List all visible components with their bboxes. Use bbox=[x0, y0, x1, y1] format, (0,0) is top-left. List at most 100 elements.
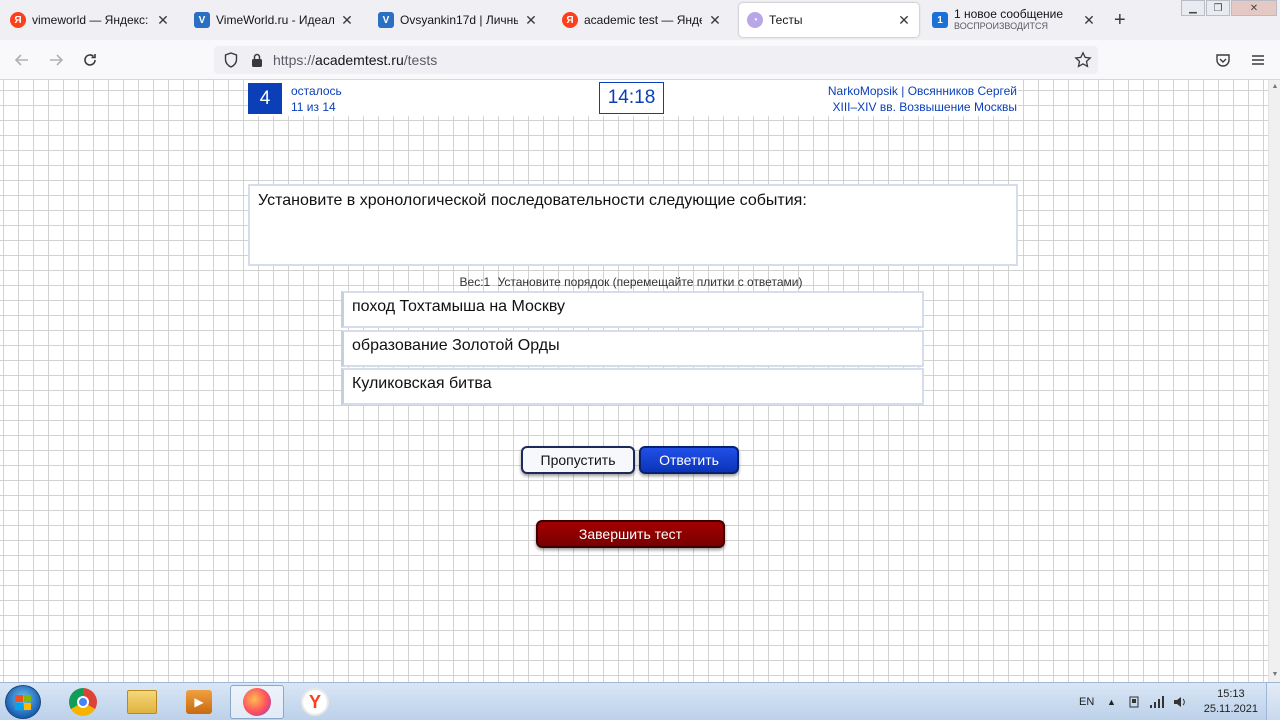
user-name: Овсянников Сергей bbox=[907, 84, 1017, 98]
reload-icon bbox=[84, 54, 96, 66]
tray-expand-icon[interactable]: ▲ bbox=[1107, 683, 1116, 720]
window-close-button[interactable]: ✕ bbox=[1231, 0, 1277, 16]
tab-new-message[interactable]: 1 1 новое сообщение ВОСПРОИЗВОДИТСЯ ✕ bbox=[924, 3, 1104, 37]
chat-icon: ◔ bbox=[747, 12, 763, 28]
shield-icon[interactable] bbox=[224, 52, 238, 68]
system-clock[interactable]: 15:13 25.11.2021 bbox=[1204, 687, 1258, 717]
answer-button[interactable]: Ответить bbox=[639, 446, 739, 474]
answer-tile[interactable]: поход Тохтамыша на Москву bbox=[341, 291, 924, 328]
browser-tab-strip: Я vimeworld — Яндекс: нашлось ✕ V VimeWo… bbox=[0, 0, 1280, 40]
tab-title: VimeWorld.ru - Идеальный bbox=[216, 13, 334, 27]
url-scheme: https:// bbox=[273, 52, 316, 68]
test-topic: XIII–XIV вв. Возвышение Москвы bbox=[832, 100, 1017, 114]
navigation-bar: https://academtest.ru/tests bbox=[0, 40, 1280, 80]
vertical-scrollbar[interactable]: ▲ ▼ bbox=[1268, 80, 1280, 682]
taskbar-yandex-browser[interactable]: Y bbox=[288, 685, 342, 719]
usb-icon[interactable] bbox=[1127, 695, 1141, 709]
progress-text: 11 из 14 bbox=[291, 100, 336, 114]
hamburger-menu-icon bbox=[1252, 55, 1264, 65]
taskbar-explorer[interactable] bbox=[115, 685, 169, 719]
user-separator: | bbox=[897, 84, 908, 98]
tray-icons bbox=[1127, 683, 1187, 720]
tab-academic-test-yandex[interactable]: Я academic test — Яндекс: н ✕ bbox=[554, 3, 730, 37]
remaining-label: осталось bbox=[291, 84, 342, 98]
tab-ovsyankin[interactable]: V Ovsyankin17d | Личный к ✕ bbox=[370, 3, 546, 37]
remaining-count: 4 bbox=[248, 83, 282, 114]
close-icon[interactable]: ✕ bbox=[708, 12, 722, 29]
tab-vimeworld-yandex[interactable]: Я vimeworld — Яндекс: нашлось ✕ bbox=[2, 3, 178, 37]
user-nick: NarkoMopsik bbox=[827, 84, 898, 98]
yandex-browser-icon: Y bbox=[301, 688, 329, 716]
question-text: Установите в хронологической последовате… bbox=[248, 184, 1018, 266]
answer-hint: Вес:1 Установите порядок (перемещайте пл… bbox=[0, 275, 1262, 289]
answer-tile[interactable]: образование Золотой Орды bbox=[341, 330, 924, 367]
tab-title: 1 новое сообщение bbox=[954, 7, 1064, 21]
taskbar-firefox[interactable] bbox=[230, 685, 284, 719]
start-button[interactable] bbox=[5, 685, 41, 719]
remaining-info: осталось 11 из 14 bbox=[291, 83, 342, 115]
back-button[interactable] bbox=[12, 50, 32, 70]
reload-button[interactable] bbox=[80, 50, 100, 70]
pocket-button[interactable] bbox=[1213, 50, 1233, 70]
firefox-icon bbox=[243, 688, 271, 716]
app-menu-button[interactable] bbox=[1248, 50, 1268, 70]
vimeworld-icon: V bbox=[194, 12, 210, 28]
tab-title: academic test — Яндекс: н bbox=[584, 13, 702, 27]
taskbar-media-player[interactable]: ▶ bbox=[172, 685, 226, 719]
tab-vimeworld-site[interactable]: V VimeWorld.ru - Идеальный ✕ bbox=[186, 3, 362, 37]
message-icon: 1 bbox=[932, 12, 948, 28]
maximize-button[interactable]: ❐ bbox=[1206, 0, 1230, 16]
star-icon[interactable] bbox=[1074, 51, 1092, 69]
yandex-icon: Я bbox=[562, 12, 578, 28]
yandex-icon: Я bbox=[10, 12, 26, 28]
signal-icon[interactable] bbox=[1149, 695, 1165, 709]
question-weight: Вес:1 bbox=[459, 275, 491, 289]
media-player-icon: ▶ bbox=[186, 690, 212, 714]
tile-label: Куликовская битва bbox=[352, 374, 492, 392]
new-tab-button[interactable]: + bbox=[1114, 10, 1126, 30]
close-icon[interactable]: ✕ bbox=[524, 12, 538, 29]
tab-subtitle: ВОСПРОИЗВОДИТСЯ bbox=[954, 21, 1048, 31]
url-text[interactable]: https://academtest.ru/tests bbox=[273, 52, 437, 68]
clock-date: 25.11.2021 bbox=[1203, 703, 1258, 715]
language-indicator[interactable]: EN bbox=[1079, 683, 1094, 720]
tab-title-block: 1 новое сообщение ВОСПРОИЗВОДИТСЯ bbox=[954, 8, 1076, 32]
windows-logo-icon bbox=[15, 695, 31, 710]
folder-icon bbox=[127, 690, 157, 714]
tab-title: Ovsyankin17d | Личный к bbox=[400, 13, 518, 27]
tile-label: поход Тохтамыша на Москву bbox=[352, 297, 566, 315]
volume-icon[interactable] bbox=[1173, 695, 1187, 709]
scroll-up-icon[interactable]: ▲ bbox=[1271, 83, 1279, 91]
address-bar[interactable]: https://academtest.ru/tests bbox=[214, 46, 1098, 74]
tab-tests[interactable]: ◔ Тесты ✕ bbox=[739, 3, 919, 37]
instruction-text: Установите порядок (перемещайте плитки с… bbox=[497, 275, 803, 289]
url-host: academtest.ru bbox=[315, 52, 404, 68]
taskbar-chrome[interactable] bbox=[56, 685, 110, 719]
answer-tile[interactable]: Куликовская битва bbox=[341, 368, 924, 405]
tab-title: vimeworld — Яндекс: нашлось bbox=[32, 13, 150, 27]
show-desktop-button[interactable] bbox=[1266, 683, 1280, 720]
clock-time: 15:13 bbox=[1217, 688, 1245, 700]
finish-test-button[interactable]: Завершить тест bbox=[536, 520, 725, 548]
close-icon[interactable]: ✕ bbox=[1082, 12, 1096, 29]
close-icon[interactable]: ✕ bbox=[156, 12, 170, 29]
skip-button[interactable]: Пропустить bbox=[521, 446, 635, 474]
forward-button[interactable] bbox=[46, 50, 66, 70]
forward-arrow-icon bbox=[50, 54, 64, 66]
close-icon[interactable]: ✕ bbox=[897, 12, 911, 29]
test-page: 4 осталось 11 из 14 14:18 NarkoMopsik | … bbox=[0, 80, 1268, 682]
timer: 14:18 bbox=[599, 82, 664, 114]
taskbar: ▶ Y EN ▲ 15:13 25.11.2021 bbox=[0, 682, 1280, 720]
tab-title: Тесты bbox=[769, 13, 803, 27]
minimize-button[interactable]: ▁ bbox=[1181, 0, 1205, 16]
close-icon[interactable]: ✕ bbox=[340, 12, 354, 29]
chrome-icon bbox=[69, 688, 97, 716]
back-arrow-icon bbox=[14, 54, 28, 66]
url-path: /tests bbox=[403, 52, 438, 68]
vimeworld-icon: V bbox=[378, 12, 394, 28]
lock-icon[interactable] bbox=[250, 52, 264, 68]
tile-label: образование Золотой Орды bbox=[352, 336, 560, 354]
user-info: NarkoMopsik | Овсянников Сергей XIII–XIV… bbox=[828, 83, 1017, 115]
pocket-icon bbox=[1216, 54, 1230, 67]
scroll-down-icon[interactable]: ▼ bbox=[1271, 671, 1279, 679]
